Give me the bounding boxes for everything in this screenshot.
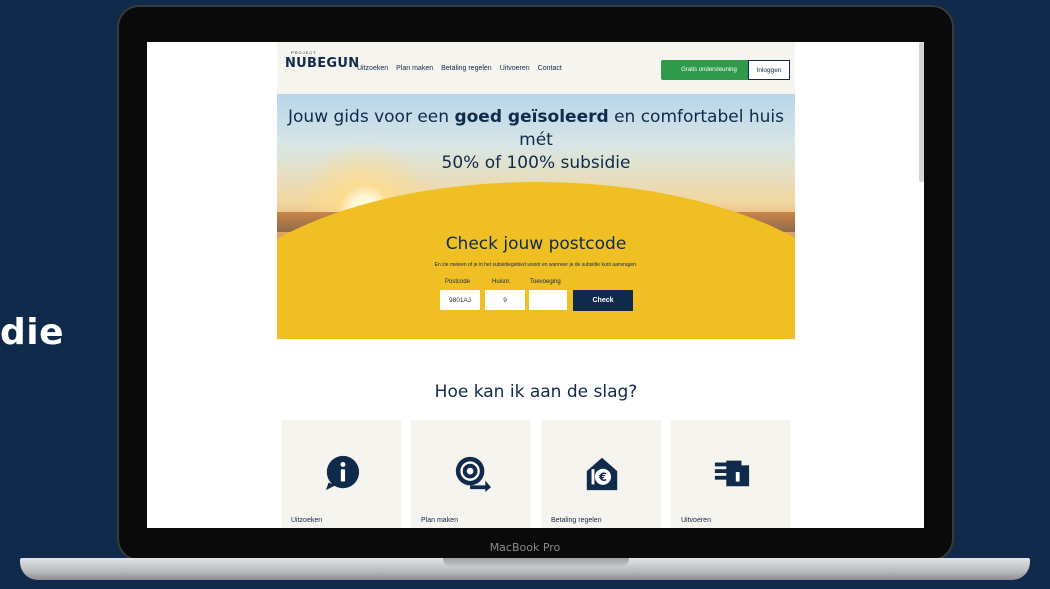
euro-house-icon: € — [586, 457, 618, 491]
laptop-brand-label: MacBook Pro — [489, 541, 561, 554]
background-text: die — [0, 312, 65, 353]
how-to-start-heading: Hoe kan ik aan de slag? — [434, 382, 638, 402]
laptop-screen: PROJECT NUBEGUN Uitzoeken Plan maken Bet… — [147, 42, 924, 528]
hero-title-bold: goed geïsoleerd — [454, 107, 609, 127]
step-label: Uitvoeren — [681, 517, 711, 524]
huisnr-label: Huisnr. — [492, 279, 511, 285]
check-button[interactable]: Check — [573, 290, 633, 311]
page-scrollbar[interactable] — [919, 42, 924, 182]
nav-link-uitzoeken[interactable]: Uitzoeken — [357, 65, 388, 72]
svg-text:€: € — [598, 470, 607, 484]
laptop-notch — [443, 558, 629, 567]
step-card-uitzoeken[interactable]: Uitzoeken — [281, 420, 401, 528]
hero-title-line2: 50% of 100% subsidie — [441, 153, 631, 173]
logo-tagline: PROJECT — [291, 50, 317, 55]
postcode-label: Postcode — [445, 279, 471, 285]
info-bubble-icon — [325, 455, 360, 491]
hero-title: Jouw gids voor een goed geïsoleerd en co… — [277, 106, 795, 175]
postcode-input[interactable]: 9801AJ — [440, 290, 480, 310]
hero-section: Jouw gids voor een goed geïsoleerd en co… — [277, 94, 795, 339]
hand-icon — [714, 460, 750, 487]
postcode-check-title: Check jouw postcode — [445, 234, 627, 254]
step-card-plan-maken[interactable]: Plan maken — [411, 420, 531, 528]
toevoeging-input[interactable] — [529, 290, 567, 310]
website: PROJECT NUBEGUN Uitzoeken Plan maken Bet… — [277, 42, 795, 528]
spiral-arrow-icon — [455, 456, 491, 492]
nav-link-uitvoeren[interactable]: Uitvoeren — [500, 65, 530, 72]
step-label: Plan maken — [421, 517, 458, 524]
steps-cards: Uitzoeken Plan maken € Betaling regelen … — [281, 420, 791, 528]
huisnr-input[interactable]: 9 — [485, 290, 525, 310]
free-support-button[interactable]: Gratis ondersteuning — [661, 60, 757, 80]
nav-link-contact[interactable]: Contact — [538, 65, 562, 72]
postcode-check-subtitle: En zie meteen of je in het subsidiegebie… — [434, 262, 638, 268]
toevoeging-label: Toevoeging — [530, 279, 561, 285]
step-label: Uitzoeken — [291, 517, 323, 524]
nav-link-betaling-regelen[interactable]: Betaling regelen — [441, 65, 492, 72]
site-logo[interactable]: NUBEGUN — [285, 56, 359, 71]
login-button[interactable]: Inloggen — [748, 60, 790, 80]
hero-title-pre: Jouw gids voor een — [288, 107, 455, 127]
step-card-uitvoeren[interactable]: Uitvoeren — [671, 420, 791, 528]
main-nav: Uitzoeken Plan maken Betaling regelen Ui… — [357, 65, 562, 72]
site-navbar: PROJECT NUBEGUN Uitzoeken Plan maken Bet… — [277, 42, 795, 94]
nav-link-plan-maken[interactable]: Plan maken — [396, 65, 433, 72]
step-label: Betaling regelen — [551, 517, 602, 524]
step-card-betaling-regelen[interactable]: € Betaling regelen — [541, 420, 661, 528]
